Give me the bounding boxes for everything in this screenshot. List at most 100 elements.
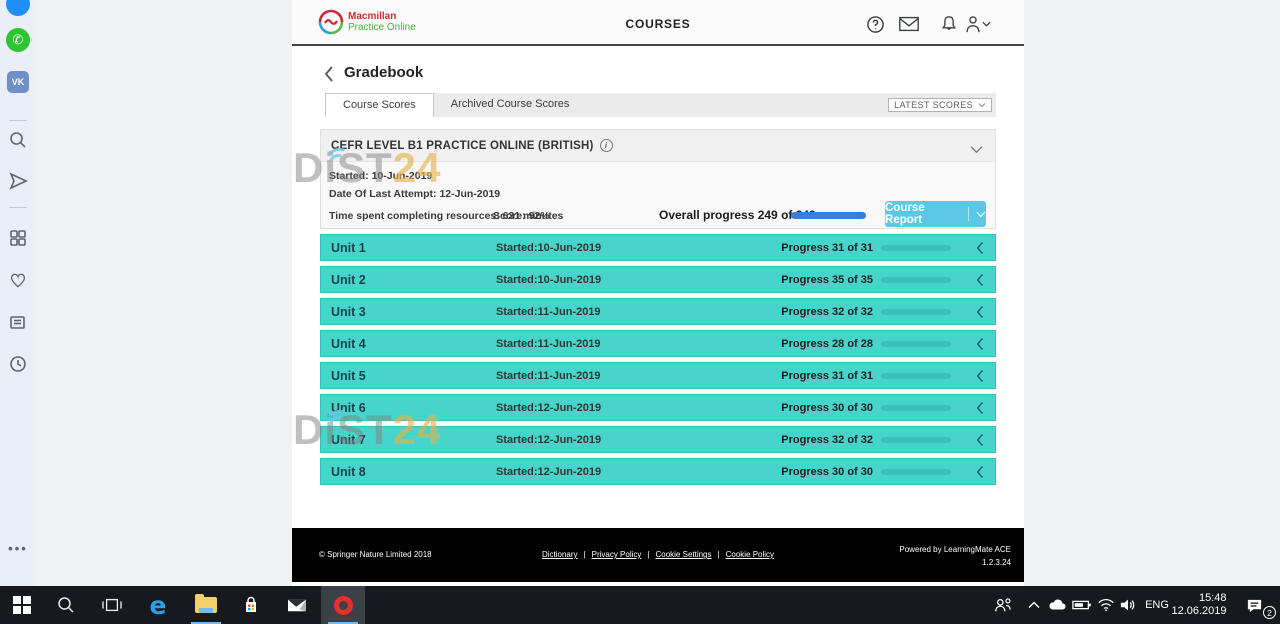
unit-progress-bar: [881, 245, 951, 251]
unit-progress-label: Progress 35 of 35: [781, 274, 873, 286]
unit-progress-label: Progress 31 of 31: [781, 242, 873, 254]
link-cookie-settings[interactable]: Cookie Settings: [655, 550, 711, 559]
button-divider: [968, 207, 969, 221]
wifi-icon[interactable]: [1094, 586, 1118, 624]
tab-archived-course-scores[interactable]: Archived Course Scores: [434, 93, 587, 117]
mail-app-icon[interactable]: [275, 586, 319, 624]
unit-progress-bar: [881, 469, 951, 475]
person-icon: [964, 14, 982, 34]
edge-glyph: e: [150, 591, 167, 620]
unit-progress-bar: [881, 373, 951, 379]
powered-by-text: Powered by LearningMate ACE: [899, 545, 1011, 554]
unit-row[interactable]: Unit 2 Started:10-Jun-2019 Progress 35 o…: [320, 266, 996, 293]
unit-started: Started:12-Jun-2019: [496, 466, 601, 478]
unit-name: Unit 8: [331, 465, 366, 479]
page-footer: © Springer Nature Limited 2018 Dictionar…: [292, 528, 1024, 582]
chevron-left-icon[interactable]: [975, 336, 985, 352]
page-title: Gradebook: [344, 64, 423, 81]
unit-row[interactable]: Unit 1 Started:10-Jun-2019 Progress 31 o…: [320, 234, 996, 261]
back-button[interactable]: [323, 65, 335, 83]
sidebar-divider: [9, 120, 27, 121]
chevron-left-icon[interactable]: [975, 400, 985, 416]
chevron-left-icon[interactable]: [975, 368, 985, 384]
unit-name: Unit 1: [331, 241, 366, 255]
unit-row[interactable]: Unit 6 Started:12-Jun-2019 Progress 30 o…: [320, 394, 996, 421]
unit-started: Started:10-Jun-2019: [496, 274, 601, 286]
unit-progress-bar: [881, 309, 951, 315]
logo-line1: Macmillan: [348, 11, 416, 22]
messenger-icon[interactable]: [6, 0, 30, 16]
mail-icon[interactable]: [898, 13, 920, 35]
info-icon[interactable]: i: [600, 139, 613, 152]
unit-row[interactable]: Unit 7 Started:12-Jun-2019 Progress 32 o…: [320, 426, 996, 453]
unit-row[interactable]: Unit 8 Started:12-Jun-2019 Progress 30 o…: [320, 458, 996, 485]
unit-row[interactable]: Unit 3 Started:11-Jun-2019 Progress 32 o…: [320, 298, 996, 325]
chevron-left-icon[interactable]: [975, 240, 985, 256]
unit-progress-label: Progress 32 of 32: [781, 306, 873, 318]
course-report-button[interactable]: Course Report: [885, 201, 986, 227]
start-button[interactable]: [0, 586, 44, 624]
whatsapp-glyph: ✆: [13, 32, 24, 48]
opera-icon[interactable]: [321, 586, 365, 624]
collapse-chevron-icon[interactable]: [970, 141, 983, 159]
task-view-icon[interactable]: [90, 586, 134, 624]
windows-logo-icon: [13, 596, 31, 614]
clock-tray[interactable]: 15:48 12.06.2019: [1168, 586, 1230, 624]
chevron-left-icon[interactable]: [975, 464, 985, 480]
unit-row[interactable]: Unit 4 Started:11-Jun-2019 Progress 28 o…: [320, 330, 996, 357]
unit-row[interactable]: Unit 5 Started:11-Jun-2019 Progress 31 o…: [320, 362, 996, 389]
unit-started: Started:12-Jun-2019: [496, 402, 601, 414]
tab-course-scores[interactable]: Course Scores: [325, 93, 434, 117]
news-icon[interactable]: [8, 312, 28, 332]
vk-icon[interactable]: VK: [7, 71, 29, 93]
action-center-icon[interactable]: 2: [1236, 586, 1272, 624]
unit-progress-label: Progress 30 of 30: [781, 466, 873, 478]
opera-sidebar: ✆ VK •••: [0, 0, 36, 586]
course-panel-header[interactable]: CEFR LEVEL B1 PRACTICE ONLINE (BRITISH) …: [321, 130, 995, 162]
link-separator: |: [647, 550, 649, 559]
unit-name: Unit 2: [331, 273, 366, 287]
chevron-down-icon: [982, 20, 991, 28]
macmillan-logo[interactable]: Macmillan Practice Online: [318, 9, 416, 35]
version-text: 1.2.3.24: [982, 558, 1011, 567]
macmillan-logo-mark: [318, 9, 344, 35]
chevron-left-icon[interactable]: [975, 432, 985, 448]
my-flow-send-icon[interactable]: [8, 171, 28, 191]
people-tray-icon[interactable]: [990, 586, 1016, 624]
microsoft-store-icon[interactable]: [229, 586, 273, 624]
folder-icon: [195, 597, 217, 613]
help-icon[interactable]: [864, 13, 886, 35]
course-started: Started: 10-Jun-2019: [329, 170, 432, 182]
speed-dial-grid-icon[interactable]: [8, 228, 28, 248]
history-clock-icon[interactable]: [8, 354, 28, 374]
course-score: Score: 92%: [493, 210, 550, 222]
notification-badge: 2: [1263, 606, 1276, 619]
edge-icon[interactable]: e: [136, 586, 180, 624]
battery-icon[interactable]: [1070, 586, 1094, 624]
search-icon[interactable]: [8, 130, 28, 150]
onedrive-cloud-icon[interactable]: [1046, 586, 1068, 624]
gradebook-tabs: Course Scores Archived Course Scores LAT…: [325, 93, 996, 117]
notifications-bell-icon[interactable]: [938, 13, 960, 35]
taskbar-search-icon[interactable]: [44, 586, 88, 624]
unit-name: Unit 3: [331, 305, 366, 319]
account-menu[interactable]: [960, 13, 994, 35]
link-dictionary[interactable]: Dictionary: [542, 550, 578, 559]
nav-courses[interactable]: COURSES: [626, 17, 691, 31]
file-explorer-icon[interactable]: [184, 586, 228, 624]
chevron-left-icon[interactable]: [975, 272, 985, 288]
link-privacy-policy[interactable]: Privacy Policy: [592, 550, 642, 559]
sidebar-more-icon[interactable]: •••: [8, 541, 28, 556]
unit-progress-bar: [881, 277, 951, 283]
volume-icon[interactable]: [1116, 586, 1140, 624]
tray-expand-chevron-icon[interactable]: [1024, 586, 1044, 624]
bookmarks-heart-icon[interactable]: [8, 270, 28, 290]
latest-scores-dropdown[interactable]: LATEST SCORES: [888, 98, 992, 112]
whatsapp-icon[interactable]: ✆: [6, 28, 30, 52]
vk-label: VK: [12, 77, 25, 87]
link-cookie-policy[interactable]: Cookie Policy: [726, 550, 774, 559]
unit-started: Started:12-Jun-2019: [496, 434, 601, 446]
windows-taskbar: e ENG: [0, 586, 1280, 624]
unit-started: Started:11-Jun-2019: [496, 306, 601, 318]
chevron-left-icon[interactable]: [975, 304, 985, 320]
